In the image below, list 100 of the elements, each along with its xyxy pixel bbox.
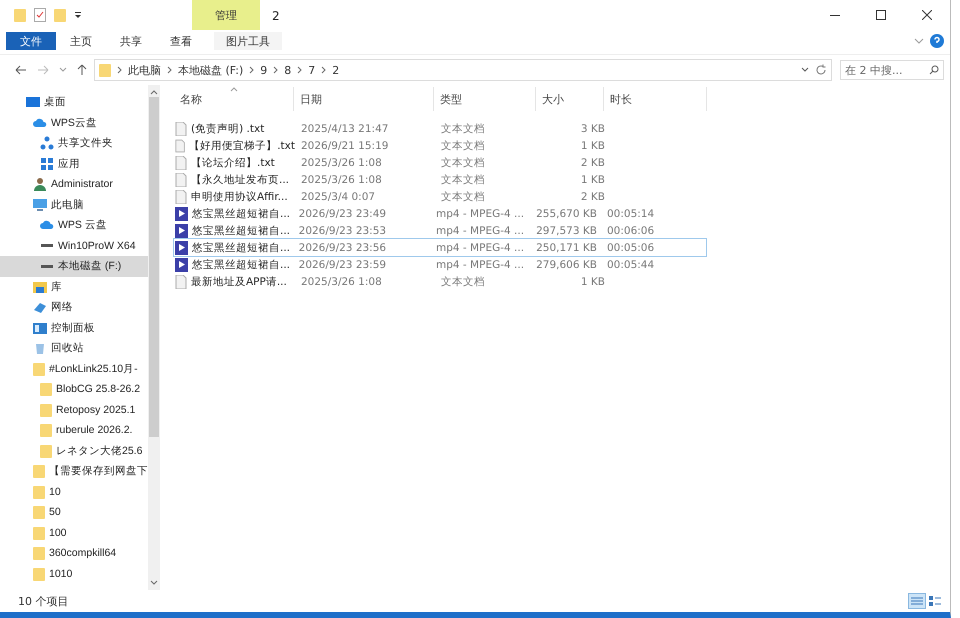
nav-item[interactable]: 1010 bbox=[0, 564, 148, 584]
chevron-icon bbox=[167, 66, 172, 74]
nav-label: 360compkill64 bbox=[49, 547, 116, 560]
details-view-button[interactable] bbox=[908, 593, 926, 609]
chevron-icon bbox=[249, 66, 254, 74]
file-tab[interactable]: 文件 bbox=[6, 32, 56, 50]
breadcrumb[interactable]: 此电脑 bbox=[128, 62, 161, 78]
file-name: 【永久地址发布页... bbox=[191, 172, 290, 186]
dropdown-icon[interactable] bbox=[74, 11, 82, 19]
file-name: 悠宝黑丝超短裙自... bbox=[192, 224, 290, 238]
nav-item[interactable]: 控制面板 bbox=[0, 318, 148, 338]
file-name: 【好用便宜梯子】.txt bbox=[189, 138, 295, 152]
file-row[interactable]: 【论坛介绍】.txt 2025/3/26 1:08 文本文档 2 KB bbox=[174, 154, 706, 171]
nav-label: レネタン大佬25.6 bbox=[56, 444, 142, 458]
nav-item[interactable]: 库 bbox=[0, 276, 148, 297]
breadcrumb[interactable]: 2 bbox=[332, 64, 340, 76]
nav-item[interactable]: 360compkill64 bbox=[0, 543, 148, 564]
folder-icon bbox=[99, 63, 111, 77]
ribbon-tab[interactable]: 共享 bbox=[106, 32, 156, 50]
share-icon bbox=[40, 136, 54, 150]
column-header[interactable]: 类型 bbox=[434, 87, 536, 111]
context-tab[interactable]: 图片工具 bbox=[214, 32, 282, 50]
nav-item[interactable]: 50 bbox=[0, 502, 148, 522]
nav-item[interactable]: ruberule 2026.2. bbox=[0, 420, 148, 440]
size-cell-text: 297,573 KB bbox=[535, 224, 598, 236]
date-cell-text: 2025/3/4 0:07 bbox=[300, 190, 376, 202]
size-cell-text: 2 KB bbox=[580, 190, 606, 202]
nav-item[interactable]: 100 bbox=[0, 522, 148, 543]
nav-item[interactable]: WPS云盘 bbox=[0, 112, 148, 133]
column-header[interactable]: 名称 bbox=[174, 87, 294, 111]
dropdown-icon[interactable] bbox=[801, 67, 809, 73]
breadcrumb[interactable]: 本地磁盘 (F:) bbox=[178, 62, 244, 78]
help-icon[interactable] bbox=[930, 34, 944, 48]
folder-icon bbox=[33, 484, 45, 499]
nav-item[interactable]: 10 bbox=[0, 482, 148, 502]
breadcrumb[interactable]: 8 bbox=[284, 64, 292, 76]
text-file-icon bbox=[175, 122, 187, 136]
nav-item[interactable]: 网络 bbox=[0, 297, 148, 318]
ribbon-tab[interactable]: 查看 bbox=[156, 32, 206, 50]
expand-ribbon-icon[interactable] bbox=[914, 38, 924, 44]
nav-item[interactable]: #LonkLink25.10月- bbox=[0, 358, 148, 379]
nav-item[interactable]: 【需要保存到网盘下 bbox=[0, 461, 148, 482]
nav-label: 10 bbox=[49, 486, 61, 498]
nav-item[interactable]: 共享文件夹 bbox=[0, 133, 148, 154]
nav-item[interactable]: 此电脑 bbox=[0, 194, 148, 215]
type-cell-text: 文本文档 bbox=[440, 274, 486, 288]
file-name: 悠宝黑丝超短裙自... bbox=[192, 240, 290, 254]
nav-item[interactable]: 回收站 bbox=[0, 338, 148, 358]
tiles-view-button[interactable] bbox=[926, 593, 944, 609]
type-cell-text: mp4 - MPEG-4 ... bbox=[435, 258, 526, 270]
breadcrumb[interactable]: 7 bbox=[308, 64, 316, 76]
breadcrumb[interactable]: 9 bbox=[260, 64, 268, 76]
column-header[interactable]: 时长 bbox=[604, 87, 707, 111]
text-file-icon bbox=[175, 172, 187, 186]
nav-item[interactable]: BlobCG 25.8-26.2 bbox=[0, 379, 148, 400]
file-name: 申明使用协议Affir... bbox=[191, 190, 288, 204]
search-field[interactable]: 在 2 中搜... bbox=[840, 60, 944, 80]
properties-icon[interactable] bbox=[34, 8, 46, 22]
nav-label: 50 bbox=[49, 506, 61, 518]
date-cell-text: 2026/9/23 23:56 bbox=[298, 242, 388, 254]
nav-item[interactable]: 应用 bbox=[0, 154, 148, 174]
duration-cell-text: 00:05:06 bbox=[606, 242, 656, 254]
refresh-icon[interactable] bbox=[815, 64, 827, 76]
nav-item[interactable]: 本地磁盘 (F:) bbox=[0, 256, 148, 276]
text-file-icon bbox=[175, 156, 187, 170]
column-header[interactable]: 大小 bbox=[536, 87, 604, 111]
file-row[interactable]: 【永久地址发布页... 2025/3/26 1:08 文本文档 1 KB bbox=[174, 171, 706, 188]
column-header[interactable]: 日期 bbox=[294, 87, 434, 111]
type-cell-text: 文本文档 bbox=[440, 122, 486, 136]
nav-label: 1010 bbox=[49, 568, 72, 580]
nav-label: 【需要保存到网盘下 bbox=[49, 464, 148, 478]
file-row[interactable]: 【好用便宜梯子】.txt 2026/9/21 15:19 文本文档 1 KB bbox=[174, 137, 706, 154]
file-row[interactable]: 申明使用协议Affir... 2025/3/4 0:07 文本文档 2 KB bbox=[174, 188, 706, 205]
file-row[interactable]: (免责声明) .txt 2025/4/13 21:47 文本文档 3 KB bbox=[174, 120, 706, 137]
nav-label: 共享文件夹 bbox=[58, 136, 113, 150]
file-row[interactable]: 悠宝黑丝超短裙自... 2026/9/23 23:56 mp4 - MPEG-4 ... 250,171 KB 00:05:06 bbox=[174, 239, 706, 256]
file-row[interactable]: 悠宝黑丝超短裙自... 2026/9/23 23:53 mp4 - MPEG-4 ... 297,573 KB 00:06:06 bbox=[174, 222, 706, 239]
address-bar[interactable]: 此电脑 本地磁盘 (F:) 9 8 7 2 bbox=[94, 59, 832, 81]
search-icon bbox=[929, 65, 939, 75]
ribbon-tab[interactable]: 主页 bbox=[56, 32, 106, 50]
duration-cell-text: 00:06:06 bbox=[606, 224, 656, 236]
nav-item[interactable]: WPS 云盘 bbox=[0, 215, 148, 236]
file-row[interactable]: 悠宝黑丝超短裙自... 2026/9/23 23:49 mp4 - MPEG-4 ... 255,670 KB 00:05:14 bbox=[174, 205, 706, 222]
date-cell-text: 2026/9/23 23:59 bbox=[298, 258, 388, 270]
folder-icon bbox=[14, 8, 26, 22]
video-file-icon bbox=[175, 206, 188, 220]
chevron-icon bbox=[117, 66, 122, 74]
scroll-down-icon[interactable] bbox=[150, 580, 158, 586]
scrollbar[interactable] bbox=[148, 85, 160, 590]
file-row[interactable]: 悠宝黑丝超短裙自... 2026/9/23 23:59 mp4 - MPEG-4 ... 279,606 KB 00:05:44 bbox=[174, 256, 706, 273]
nav-item[interactable]: Administrator bbox=[0, 174, 148, 194]
nav-item[interactable]: レネタン大佬25.6 bbox=[0, 440, 148, 461]
folder-icon bbox=[33, 505, 45, 520]
nav-item[interactable]: Win10ProW X64 bbox=[0, 236, 148, 256]
nav-item[interactable]: 桌面 bbox=[0, 92, 148, 112]
nav-item[interactable]: Retoposy 2025.1 bbox=[0, 400, 148, 420]
file-name: 悠宝黑丝超短裙自... bbox=[192, 206, 290, 220]
scroll-up-icon[interactable] bbox=[150, 89, 158, 95]
file-row[interactable]: 最新地址及APP请... 2025/3/26 1:08 文本文档 1 KB bbox=[174, 273, 706, 290]
nav-label: 回收站 bbox=[51, 341, 84, 356]
